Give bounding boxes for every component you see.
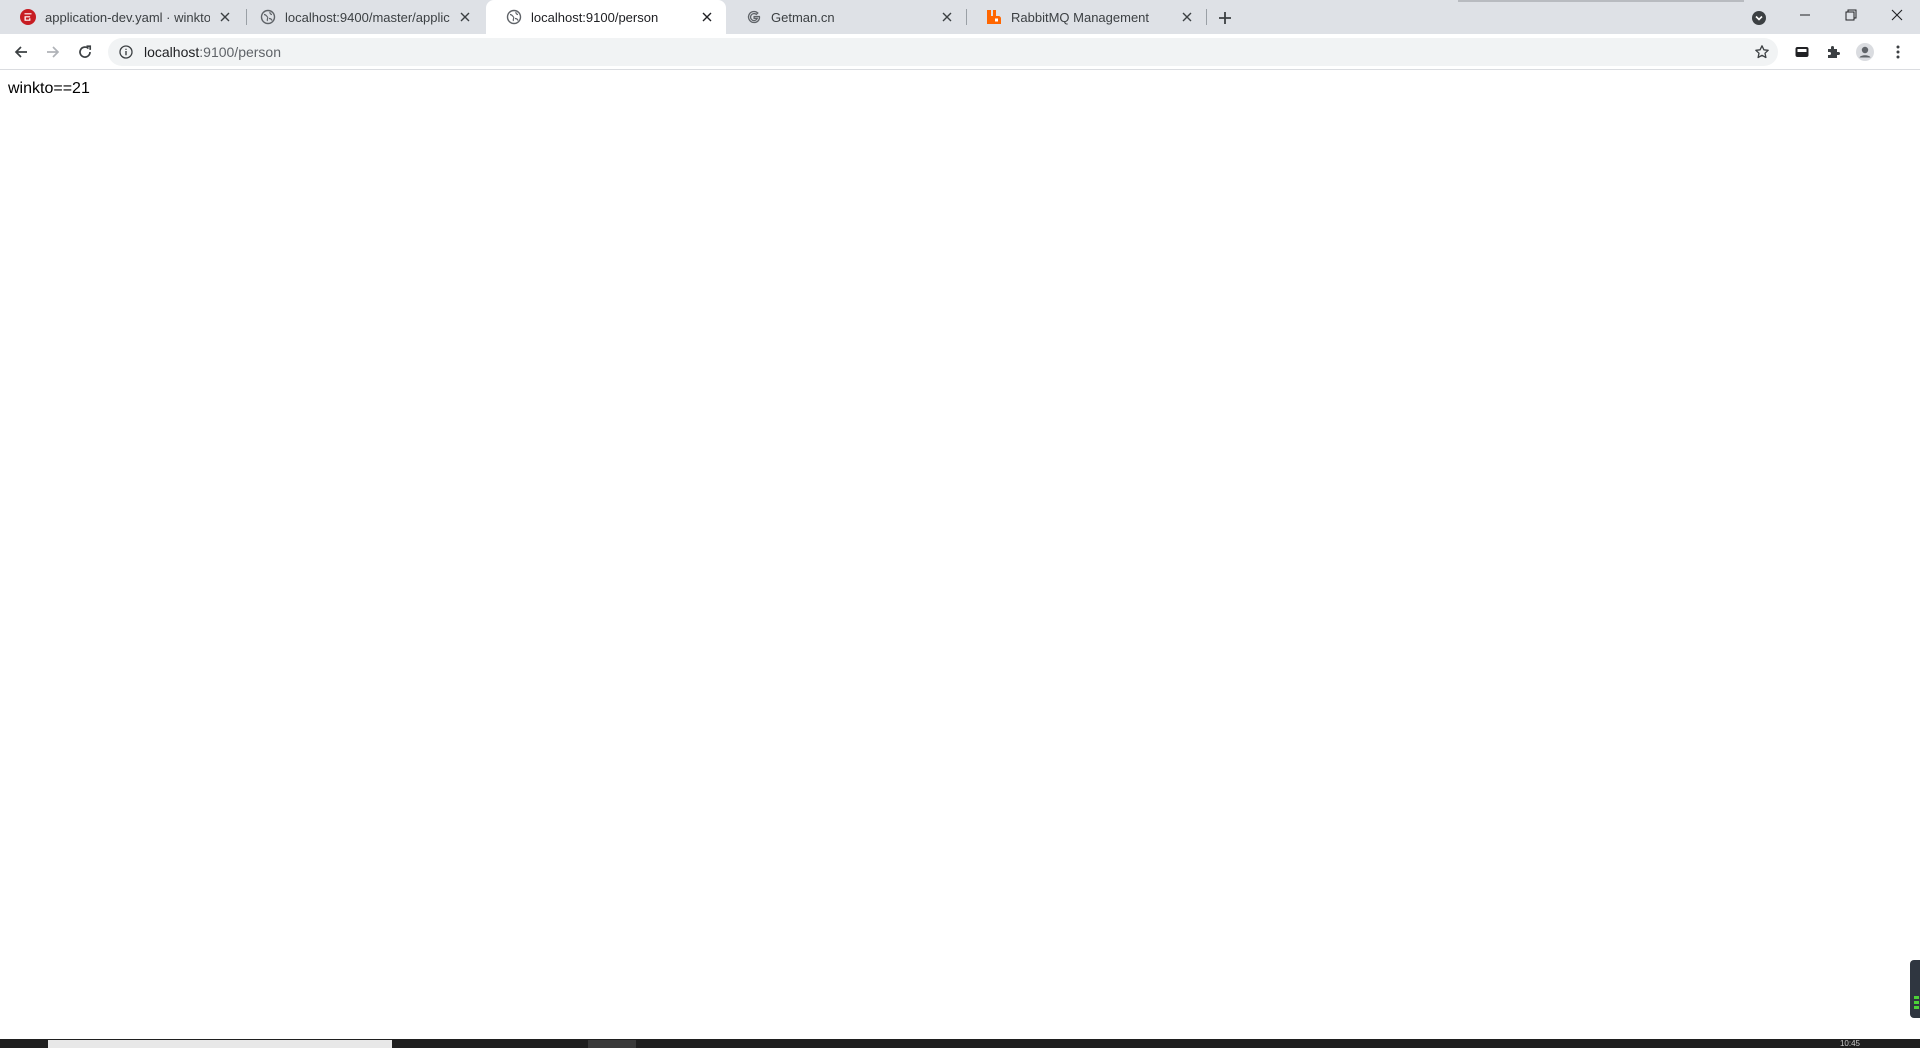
taskbar-clock: 10:45 [1839, 1039, 1860, 1048]
floating-monitor-widget[interactable] [1910, 960, 1920, 1018]
url-host: localhost [144, 44, 200, 60]
restore-button[interactable] [1828, 0, 1874, 30]
gitee-icon [20, 9, 36, 25]
tab-title: localhost:9400/master/applica [285, 9, 450, 25]
reload-icon [79, 45, 92, 58]
kebab-menu-icon [1896, 45, 1900, 59]
taskbar-window[interactable] [588, 1040, 636, 1048]
reload-button[interactable] [71, 38, 99, 66]
profile-button[interactable] [1853, 40, 1877, 64]
close-tab-icon[interactable] [216, 8, 234, 26]
tab-title: Getman.cn [771, 9, 835, 25]
tab-title: application-dev.yaml · winkto/ [45, 9, 210, 25]
tab-search-button[interactable] [1748, 7, 1770, 29]
meter-bar [1914, 996, 1919, 999]
avatar-icon [1856, 43, 1874, 61]
globe-icon [506, 9, 522, 25]
forward-button[interactable] [39, 38, 67, 66]
close-icon [1891, 9, 1903, 21]
arrow-left-icon [14, 46, 27, 58]
page-content: winkto==21 [0, 71, 1920, 1039]
tab-title: RabbitMQ Management [1011, 9, 1150, 25]
close-tab-icon[interactable] [456, 8, 474, 26]
restore-icon [1845, 9, 1857, 21]
close-tab-icon[interactable] [938, 8, 956, 26]
extension-button[interactable] [1790, 40, 1814, 64]
tab-strip: application-dev.yaml · winkto/ localhost… [0, 0, 1920, 34]
tab-getman[interactable]: Getman.cn [726, 0, 966, 34]
tab-localhost-9400[interactable]: localhost:9400/master/applica [240, 0, 484, 34]
globe-icon [260, 9, 276, 25]
tab-localhost-9100-person[interactable]: localhost:9100/person [486, 0, 726, 34]
google-g-icon [746, 9, 762, 25]
tab-rabbitmq-management[interactable]: RabbitMQ Management [966, 0, 1206, 34]
menu-button[interactable] [1886, 40, 1910, 64]
arrow-right-icon [47, 46, 60, 58]
address-url[interactable]: localhost:9100/person [144, 44, 281, 60]
taskbar-active-window[interactable] [48, 1040, 392, 1048]
close-window-button[interactable] [1874, 0, 1920, 30]
back-button[interactable] [7, 38, 35, 66]
new-tab-button[interactable] [1212, 5, 1238, 31]
os-taskbar: 10:45 [0, 1039, 1920, 1048]
response-text: winkto==21 [8, 80, 90, 97]
puzzle-icon [1828, 46, 1840, 58]
tab-title: localhost:9100/person [531, 9, 659, 25]
close-tab-icon[interactable] [1178, 8, 1196, 26]
site-info-icon[interactable] [118, 44, 134, 60]
bookmark-star-icon[interactable] [1752, 42, 1772, 62]
plus-icon [1219, 12, 1231, 24]
extensions-button[interactable] [1821, 40, 1845, 64]
url-path: :9100/person [199, 44, 281, 60]
address-bar[interactable]: localhost:9100/person [108, 38, 1778, 66]
meter-bar [1914, 1006, 1919, 1009]
chevron-down-circle-icon [1752, 11, 1766, 25]
minimize-button[interactable] [1782, 0, 1828, 30]
window-edge-overlay [1458, 0, 1744, 2]
browser-toolbar: localhost:9100/person [0, 34, 1920, 70]
tab-application-dev-yaml[interactable]: application-dev.yaml · winkto/ [0, 0, 244, 34]
meter-bar [1914, 1001, 1919, 1004]
tab-separator [1206, 9, 1207, 25]
close-tab-icon[interactable] [698, 8, 716, 26]
rabbitmq-icon [986, 9, 1002, 25]
minimize-icon [1800, 14, 1810, 16]
incognito-extension-icon [1795, 47, 1809, 57]
